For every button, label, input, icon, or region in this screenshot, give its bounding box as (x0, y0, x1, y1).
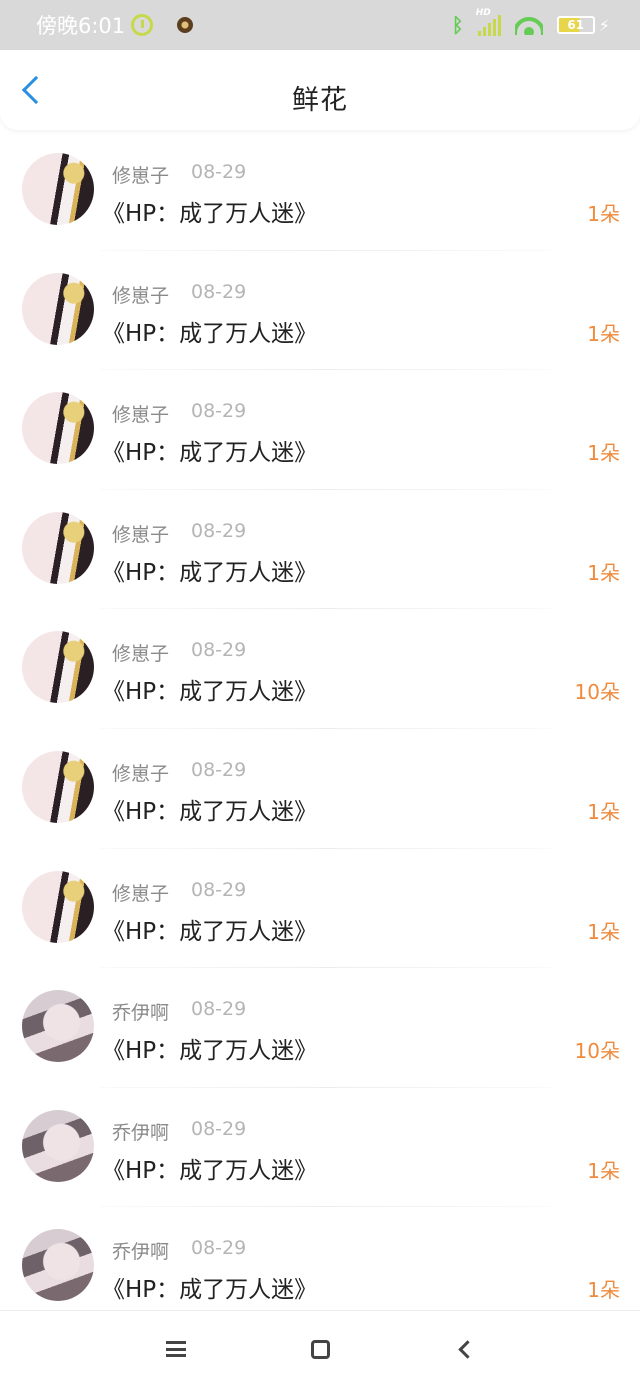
status-bar: 傍晚6:01 ᛒ HD 61 ⚡ (0, 0, 640, 50)
gift-date: 08-29 (191, 161, 247, 183)
user-name: 乔伊啊 (112, 1121, 170, 1144)
list-item[interactable]: 修崽子 08-29 《HP：成了万人迷》 1朵 (0, 131, 640, 251)
user-name: 乔伊啊 (112, 1241, 170, 1264)
network-label: HD (475, 8, 491, 18)
page-title: 鲜花 (292, 85, 348, 116)
user-name: 修崽子 (112, 404, 170, 427)
flower-count: 10朵 (574, 1039, 620, 1064)
book-title: 《HP：成了万人迷》 (102, 918, 318, 945)
avatar[interactable] (22, 392, 94, 465)
book-title: 《HP：成了万人迷》 (102, 440, 318, 467)
flower-count: 1朵 (587, 799, 620, 824)
book-title: 《HP：成了万人迷》 (102, 1157, 318, 1184)
user-name: 修崽子 (112, 284, 170, 307)
wifi-icon (514, 15, 543, 35)
flower-count: 1朵 (587, 1158, 620, 1183)
nav-back-icon[interactable] (458, 1340, 477, 1359)
gift-date: 08-29 (191, 639, 247, 662)
flower-count: 10朵 (574, 680, 620, 705)
avatar[interactable] (22, 750, 94, 823)
avatar[interactable] (22, 272, 94, 345)
book-title: 《HP：成了万人迷》 (102, 201, 318, 227)
flower-count: 1朵 (587, 1278, 620, 1303)
header: 鲜花 (0, 50, 640, 130)
list-item[interactable]: 修崽子 08-29 《HP：成了万人迷》 1朵 (0, 251, 640, 371)
book-title: 《HP：成了万人迷》 (102, 1277, 318, 1304)
flower-count: 1朵 (587, 919, 620, 944)
list-item[interactable]: 修崽子 08-29 《HP：成了万人迷》 1朵 (0, 729, 640, 849)
signal-icon: HD (476, 8, 501, 36)
user-name: 修崽子 (112, 882, 170, 905)
bluetooth-icon: ᛒ (451, 13, 464, 37)
gift-date: 08-29 (191, 1117, 247, 1140)
flower-list: 修崽子 08-29 《HP：成了万人迷》 1朵 修崽子 08-29 《HP：成了万人迷》 1朵… (0, 131, 640, 1327)
gift-date: 08-29 (191, 878, 247, 901)
status-left: 傍晚6:01 (36, 10, 194, 40)
list-item[interactable]: 修崽子 08-29 《HP：成了万人迷》 1朵 (0, 370, 640, 490)
user-name: 修崽子 (112, 523, 170, 546)
book-title: 《HP：成了万人迷》 (102, 320, 318, 347)
battery-level: 61 (567, 18, 585, 32)
user-name: 修崽子 (112, 165, 170, 187)
alarm-icon (131, 14, 154, 36)
gift-date: 08-29 (191, 519, 247, 542)
avatar[interactable] (22, 1109, 94, 1182)
flower-count: 1朵 (587, 560, 620, 585)
book-title: 《HP：成了万人迷》 (102, 1038, 318, 1065)
status-right: ᛒ HD 61 ⚡ (451, 8, 610, 37)
status-time: 傍晚6:01 (36, 14, 126, 38)
avatar[interactable] (22, 631, 94, 704)
system-nav-bar (0, 1310, 640, 1387)
gift-date: 08-29 (191, 280, 247, 303)
list-item[interactable]: 乔伊啊 08-29 《HP：成了万人迷》 1朵 (0, 1207, 640, 1327)
gift-date: 08-29 (191, 1237, 247, 1260)
list-item[interactable]: 修崽子 08-29 《HP：成了万人迷》 10朵 (0, 609, 640, 729)
gift-date: 08-29 (191, 758, 247, 781)
user-name: 修崽子 (112, 643, 170, 666)
avatar[interactable] (22, 153, 94, 225)
flower-count: 1朵 (587, 441, 620, 466)
book-title: 《HP：成了万人迷》 (102, 798, 318, 825)
flower-count: 1朵 (587, 321, 620, 346)
user-name: 修崽子 (112, 762, 170, 785)
app-icon (177, 17, 194, 33)
charging-icon: ⚡ (598, 15, 610, 35)
gift-date: 08-29 (191, 400, 247, 423)
battery-icon: 61 (556, 16, 595, 34)
list-item[interactable]: 乔伊啊 08-29 《HP：成了万人迷》 1朵 (0, 1088, 640, 1208)
avatar[interactable] (22, 511, 94, 584)
user-name: 乔伊啊 (112, 1002, 170, 1025)
home-icon[interactable] (311, 1340, 330, 1359)
avatar[interactable] (22, 870, 94, 943)
list-item[interactable]: 修崽子 08-29 《HP：成了万人迷》 1朵 (0, 490, 640, 610)
gift-date: 08-29 (191, 998, 247, 1021)
flower-count: 1朵 (587, 202, 620, 226)
list-item[interactable]: 修崽子 08-29 《HP：成了万人迷》 1朵 (0, 849, 640, 969)
book-title: 《HP：成了万人迷》 (102, 559, 318, 586)
avatar[interactable] (22, 1229, 94, 1302)
list-item[interactable]: 乔伊啊 08-29 《HP：成了万人迷》 10朵 (0, 968, 640, 1088)
menu-icon[interactable] (166, 1341, 186, 1357)
avatar[interactable] (22, 990, 94, 1063)
book-title: 《HP：成了万人迷》 (102, 679, 318, 706)
